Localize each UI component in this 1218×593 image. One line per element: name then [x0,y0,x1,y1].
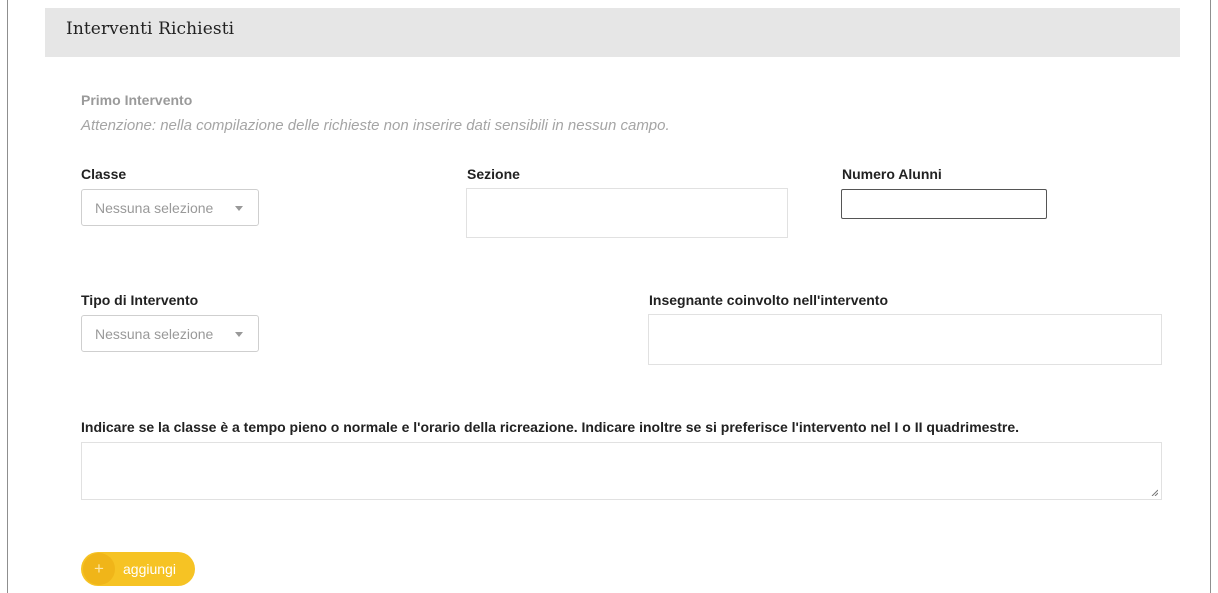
tipo-intervento-label: Tipo di Intervento [81,292,199,308]
numero-alunni-label: Numero Alunni [842,166,942,182]
note-label: Indicare se la classe è a tempo pieno o … [81,419,1019,435]
sezione-label: Sezione [467,166,520,182]
sezione-input[interactable] [466,188,788,238]
classe-select-value: Nessuna selezione [95,200,214,216]
add-button-label: aggiungi [123,561,176,577]
caret-down-icon [235,332,243,337]
classe-select[interactable]: Nessuna selezione [81,189,259,226]
insegnante-label: Insegnante coinvolto nell'intervento [649,292,889,308]
numero-alunni-input[interactable] [841,189,1047,219]
note-textarea[interactable] [81,442,1162,500]
add-button[interactable]: + aggiungi [81,552,195,586]
classe-label: Classe [81,166,127,182]
panel-header: Interventi Richiesti [45,8,1180,57]
sensitive-data-warning: Attenzione: nella compilazione delle ric… [81,117,670,134]
caret-down-icon [235,206,243,211]
tipo-intervento-select[interactable]: Nessuna selezione [81,315,259,352]
plus-icon: + [83,553,115,585]
panel-title: Interventi Richiesti [66,19,235,39]
section-title: Primo Intervento [81,92,193,108]
tipo-intervento-select-value: Nessuna selezione [95,326,214,342]
resize-handle-icon[interactable] [1151,489,1158,496]
insegnante-input[interactable] [648,314,1162,365]
